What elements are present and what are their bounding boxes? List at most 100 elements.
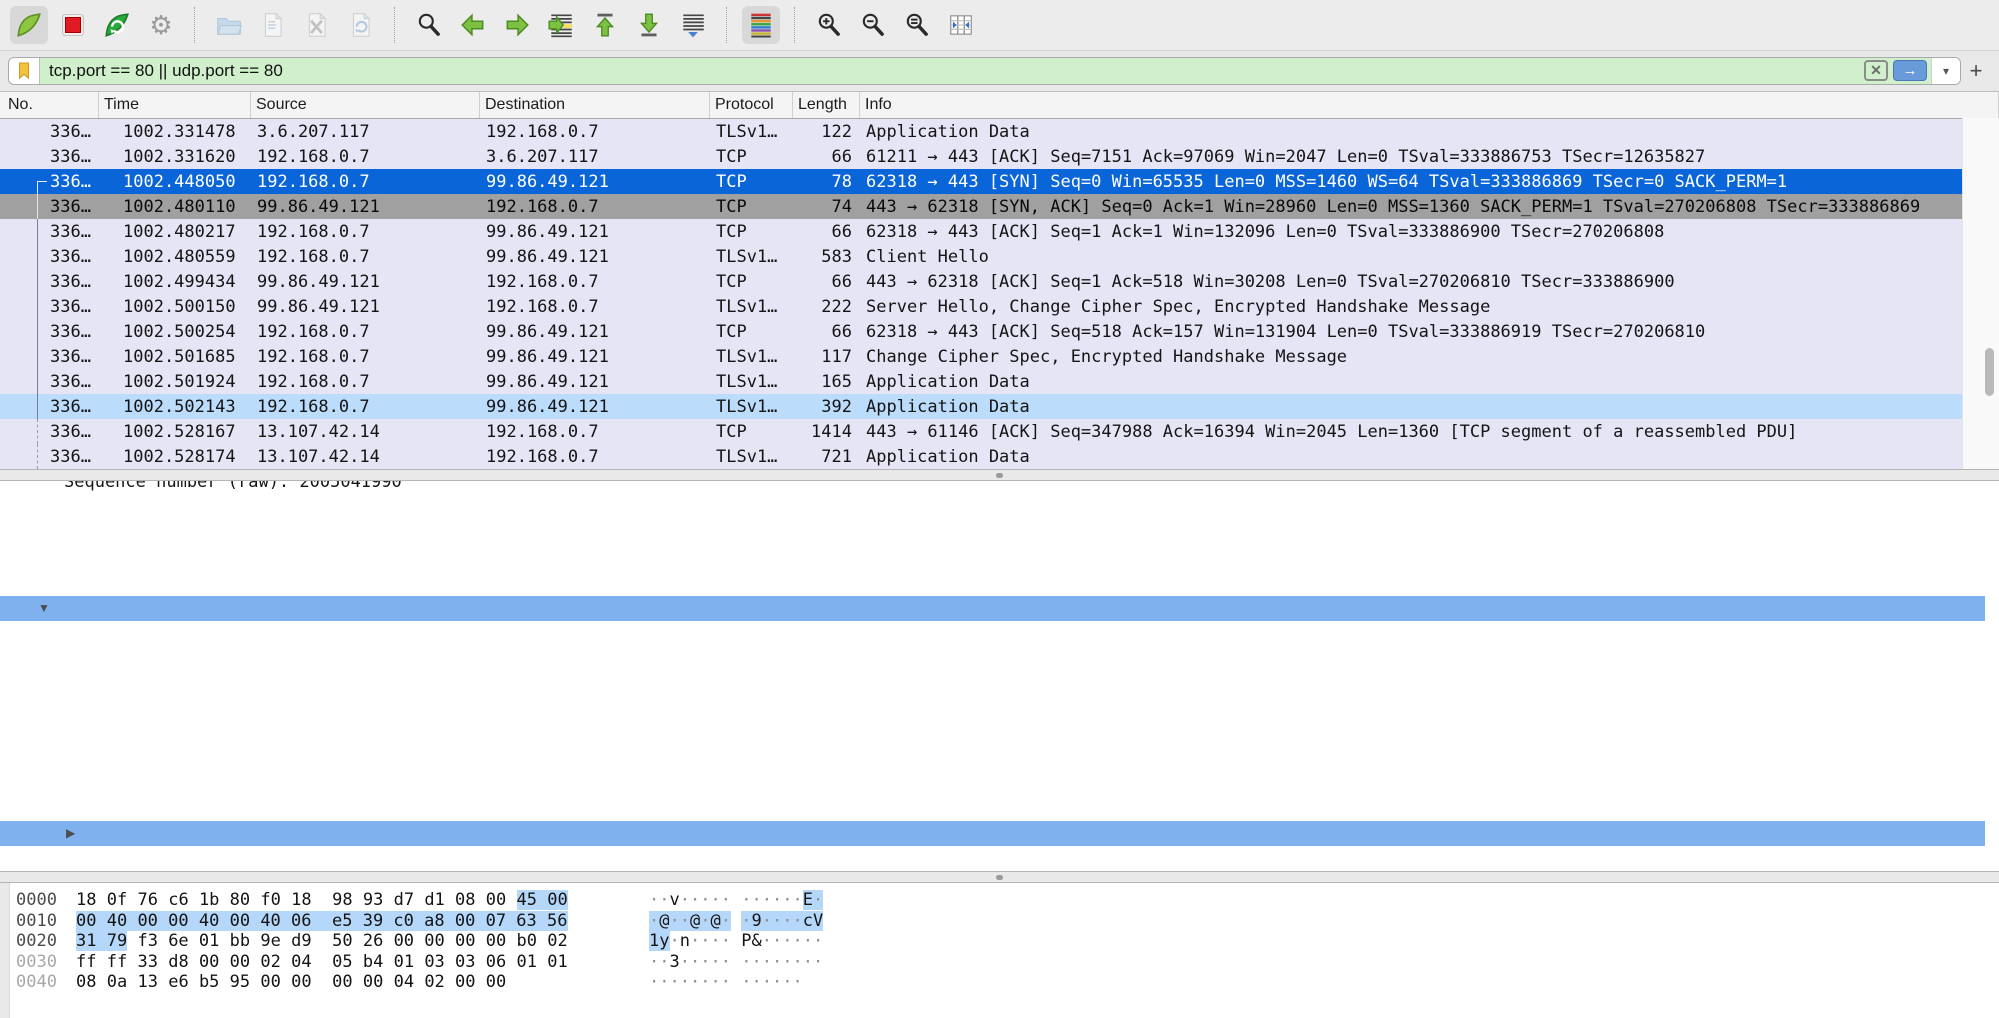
open-capture-file-button[interactable]	[210, 6, 248, 44]
detail-line[interactable]: ▼ Flags: 0x002 (SYN)	[0, 596, 1985, 621]
hex-row[interactable]: 004008 0a 13 e6 b5 95 00 00 00 00 04 02 …	[0, 972, 1999, 993]
filter-apply-button[interactable]: →	[1893, 60, 1927, 81]
packet-row[interactable]: 336… 1002.500254 192.168.0.7 99.86.49.12…	[0, 319, 1963, 344]
cell-time: 1002.501924	[99, 372, 251, 392]
auto-scroll-button[interactable]	[674, 6, 712, 44]
packet-row[interactable]: 336… 1002.480110 99.86.49.121 192.168.0.…	[0, 194, 1963, 219]
filter-input[interactable]: tcp.port == 80 || udp.port == 80	[40, 61, 1864, 81]
column-header-protocol[interactable]: Protocol	[710, 92, 793, 118]
cell-source: 13.107.42.14	[251, 447, 480, 467]
cell-info: Application Data	[860, 372, 1963, 392]
cell-destination: 192.168.0.7	[480, 122, 710, 142]
stop-capture-button[interactable]	[54, 6, 92, 44]
zoom-in-icon	[815, 11, 843, 39]
cell-no: 336…	[0, 372, 99, 392]
start-capture-button[interactable]	[10, 6, 48, 44]
detail-line[interactable]: 1011 .... = Header Length: 44 bytes (11)	[0, 571, 1985, 596]
detail-line[interactable]: ...0 .... .... = Nonce: Not set	[0, 646, 1985, 671]
column-header-destination[interactable]: Destination	[480, 92, 710, 118]
detail-line[interactable]: .... 0... .... = Congestion Window Reduc…	[0, 671, 1985, 696]
main-toolbar: ⚙	[0, 0, 1999, 51]
detail-line[interactable]: .... ...0 .... = Acknowledgment: Not set	[0, 746, 1985, 771]
scrollbar-thumb[interactable]	[1985, 348, 1994, 396]
cell-length: 66	[793, 222, 860, 242]
cell-no: 336…	[0, 397, 99, 417]
search-icon	[415, 11, 443, 39]
restart-capture-button[interactable]	[98, 6, 136, 44]
detail-line[interactable]: Acknowledgment number (raw): 0	[0, 546, 1985, 571]
cell-length: 392	[793, 397, 860, 417]
cell-destination: 99.86.49.121	[480, 222, 710, 242]
cell-destination: 99.86.49.121	[480, 347, 710, 367]
packet-row[interactable]: 336… 1002.502143 192.168.0.7 99.86.49.12…	[0, 394, 1963, 419]
filter-dropdown-button[interactable]: ▾	[1931, 58, 1960, 84]
gear-icon: ⚙	[149, 12, 172, 38]
go-to-packet-button[interactable]	[542, 6, 580, 44]
close-capture-file-button[interactable]	[298, 6, 336, 44]
detail-line[interactable]: .... .... .0.. = Reset: Not set	[0, 796, 1985, 821]
go-forward-button[interactable]	[498, 6, 536, 44]
zoom-in-button[interactable]	[810, 6, 848, 44]
capture-options-button[interactable]: ⚙	[142, 6, 180, 44]
packet-row[interactable]: 336… 1002.448050 192.168.0.7 99.86.49.12…	[0, 169, 1963, 194]
packet-row[interactable]: 336… 1002.528174 13.107.42.14 192.168.0.…	[0, 444, 1963, 469]
pane-splitter-bottom[interactable]	[0, 871, 1999, 883]
packet-row[interactable]: 336… 1002.480217 192.168.0.7 99.86.49.12…	[0, 219, 1963, 244]
cell-protocol: TCP	[710, 422, 793, 442]
column-header-length[interactable]: Length	[793, 92, 860, 118]
packet-row[interactable]: 336… 1002.480559 192.168.0.7 99.86.49.12…	[0, 244, 1963, 269]
packet-row[interactable]: 336… 1002.331478 3.6.207.117 192.168.0.7…	[0, 119, 1963, 144]
hex-bytes: 31 79 f3 6e 01 bb 9e d9 50 26 00 00 00 0…	[76, 931, 621, 952]
detail-text: Sequence number (raw): 2005041990	[64, 481, 402, 492]
related-packet-indicator	[37, 244, 47, 269]
detail-line[interactable]: .... .... ...0 = Fin: Not set	[0, 846, 1985, 871]
zoom-original-button[interactable]	[898, 6, 936, 44]
filter-clear-button[interactable]: ✕	[1864, 60, 1888, 81]
detail-line[interactable]: 000. .... .... = Reserved: Not set	[0, 621, 1985, 646]
column-header-source[interactable]: Source	[251, 92, 480, 118]
related-packet-indicator	[37, 344, 47, 369]
save-capture-file-button[interactable]	[254, 6, 292, 44]
hex-row[interactable]: 002031 79 f3 6e 01 bb 9e d9 50 26 00 00 …	[0, 931, 1999, 952]
cell-no: 336…	[0, 347, 99, 367]
detail-line[interactable]: .... .0.. .... = ECN-Echo: Not set	[0, 696, 1985, 721]
column-header-info[interactable]: Info	[860, 92, 1999, 118]
hex-ascii: 1y·n···· P&······	[649, 931, 823, 952]
folder-open-icon	[215, 11, 243, 39]
reload-capture-file-button[interactable]	[342, 6, 380, 44]
resize-columns-button[interactable]	[942, 6, 980, 44]
detail-line[interactable]: ▶ .... .... ..1. = Syn: Set	[0, 821, 1985, 846]
packet-row[interactable]: 336… 1002.501685 192.168.0.7 99.86.49.12…	[0, 344, 1963, 369]
find-packet-button[interactable]	[410, 6, 448, 44]
filter-add-button[interactable]: +	[1961, 58, 1991, 84]
packet-row[interactable]: 336… 1002.500150 99.86.49.121 192.168.0.…	[0, 294, 1963, 319]
expand-arrow-icon[interactable]: ▶	[66, 821, 75, 846]
close-icon: ✕	[1870, 62, 1882, 79]
detail-line[interactable]: .... ..0. .... = Urgent: Not set	[0, 721, 1985, 746]
column-header-no[interactable]: No.	[0, 92, 99, 118]
packet-row[interactable]: 336… 1002.499434 99.86.49.121 192.168.0.…	[0, 269, 1963, 294]
filter-bookmark-button[interactable]	[9, 58, 40, 84]
go-to-first-packet-button[interactable]	[586, 6, 624, 44]
pane-splitter-top[interactable]	[0, 469, 1999, 481]
hex-row[interactable]: 000018 0f 76 c6 1b 80 f0 18 98 93 d7 d1 …	[0, 890, 1999, 911]
hex-row[interactable]: 001000 40 00 00 40 00 40 06 e5 39 c0 a8 …	[0, 911, 1999, 932]
detail-line[interactable]: .... .... 0... = Push: Not set	[0, 771, 1985, 796]
hex-row[interactable]: 0030ff ff 33 d8 00 00 02 04 05 b4 01 03 …	[0, 952, 1999, 973]
detail-line[interactable]: [Next sequence number: 1 (relative seque…	[0, 496, 1985, 521]
expand-arrow-icon[interactable]: ▼	[38, 596, 50, 621]
packet-row[interactable]: 336… 1002.528167 13.107.42.14 192.168.0.…	[0, 419, 1963, 444]
packet-row[interactable]: 336… 1002.501924 192.168.0.7 99.86.49.12…	[0, 369, 1963, 394]
go-to-last-packet-button[interactable]	[630, 6, 668, 44]
packet-list-scrollbar[interactable]	[1962, 118, 1999, 469]
colorize-packets-button[interactable]	[742, 6, 780, 44]
go-back-button[interactable]	[454, 6, 492, 44]
related-packet-indicator	[37, 194, 47, 219]
display-filter-field[interactable]: tcp.port == 80 || udp.port == 80 ✕ → ▾	[8, 57, 1961, 85]
column-header-time[interactable]: Time	[99, 92, 251, 118]
packet-row[interactable]: 336… 1002.331620 192.168.0.7 3.6.207.117…	[0, 144, 1963, 169]
cell-time: 1002.500254	[99, 322, 251, 342]
zoom-out-button[interactable]	[854, 6, 892, 44]
detail-line[interactable]: Acknowledgment number: 0	[0, 521, 1985, 546]
details-tree: [Next sequence number: 1 (relative seque…	[0, 496, 1999, 871]
